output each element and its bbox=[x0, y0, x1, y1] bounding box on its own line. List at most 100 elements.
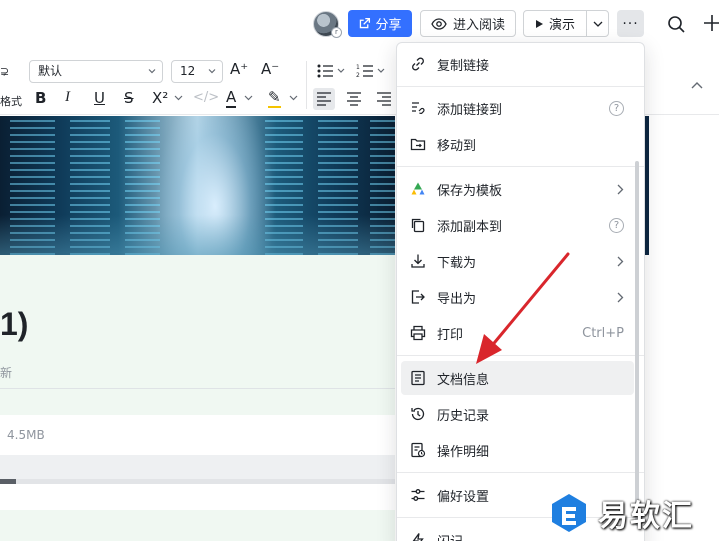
align-left-icon[interactable] bbox=[316, 92, 332, 106]
doc-divider bbox=[0, 388, 395, 389]
menu-item-history[interactable]: 历史记录 bbox=[401, 397, 634, 431]
help-icon[interactable]: ? bbox=[609, 217, 624, 233]
more-button[interactable]: ··· bbox=[617, 10, 644, 37]
print-shortcut: Ctrl+P bbox=[582, 325, 624, 341]
operation-log-icon bbox=[409, 441, 427, 459]
preferences-icon bbox=[409, 486, 427, 504]
chevron-down-icon[interactable] bbox=[244, 95, 253, 101]
chevron-right-icon bbox=[617, 292, 624, 302]
doc-subtitle: 新 bbox=[0, 366, 13, 380]
font-color-button[interactable]: A bbox=[226, 88, 237, 108]
enter-reading-label: 进入阅读 bbox=[452, 18, 505, 33]
menu-item-move-to[interactable]: 移动到 bbox=[401, 127, 634, 161]
align-center-icon[interactable] bbox=[346, 92, 362, 106]
font-size-select[interactable]: 12 bbox=[171, 60, 223, 83]
bold-button[interactable]: B bbox=[35, 89, 46, 107]
folder-move-icon bbox=[409, 135, 427, 153]
chevron-right-icon bbox=[617, 184, 624, 194]
chevron-right-icon bbox=[617, 256, 624, 266]
font-size-value: 12 bbox=[180, 64, 196, 78]
superscript-button[interactable]: X² bbox=[152, 89, 168, 107]
top-bar: r 分享 进入阅读 演示 ··· bbox=[0, 0, 719, 48]
export-icon bbox=[409, 288, 427, 306]
doc-title: 1) bbox=[0, 306, 29, 342]
chevron-down-icon bbox=[148, 69, 156, 74]
share-label: 分享 bbox=[375, 18, 402, 33]
plus-icon[interactable] bbox=[702, 13, 719, 33]
progress-fill bbox=[0, 479, 16, 484]
more-dots-icon: ··· bbox=[622, 15, 639, 32]
search-icon[interactable] bbox=[666, 14, 686, 34]
menu-item-add-copy-to[interactable]: 添加副本到 ? bbox=[401, 208, 634, 242]
chevron-down-icon[interactable] bbox=[289, 95, 298, 101]
align-right-icon[interactable] bbox=[376, 92, 392, 106]
link-add-icon bbox=[409, 99, 427, 117]
print-icon bbox=[409, 324, 427, 342]
enter-reading-button[interactable]: 进入阅读 bbox=[420, 10, 516, 37]
increase-font-icon[interactable]: A⁺ bbox=[230, 60, 248, 78]
file-preview-strip bbox=[0, 455, 395, 480]
italic-button[interactable]: I bbox=[65, 89, 70, 106]
copy-icon bbox=[409, 216, 427, 234]
play-icon bbox=[535, 19, 543, 28]
file-size: 4.5MB bbox=[7, 428, 45, 442]
menu-item-label: 复制链接 bbox=[437, 58, 490, 74]
progress-track bbox=[0, 479, 395, 484]
present-main[interactable]: 演示 bbox=[524, 11, 586, 36]
eye-icon bbox=[431, 17, 447, 30]
watermark-text: 易软汇 bbox=[598, 499, 694, 534]
menu-item-save-as-template[interactable]: 保存为模板 bbox=[401, 172, 634, 206]
download-icon bbox=[409, 252, 427, 270]
doc-body bbox=[0, 255, 395, 415]
watermark: 易软汇 bbox=[548, 485, 719, 541]
menu-scrollbar[interactable] bbox=[635, 161, 639, 526]
file-attachment-card[interactable] bbox=[0, 415, 395, 455]
annotation-arrow-icon bbox=[476, 252, 570, 364]
bullet-list-icon[interactable] bbox=[316, 63, 346, 79]
decrease-font-icon[interactable]: A⁻ bbox=[261, 60, 279, 78]
menu-item-label: 操作明细 bbox=[437, 444, 490, 460]
menu-divider bbox=[397, 86, 644, 87]
present-label: 演示 bbox=[548, 18, 575, 33]
present-button[interactable]: 演示 bbox=[523, 10, 609, 37]
menu-item-copy-link[interactable]: 复制链接 bbox=[401, 47, 634, 81]
watermark-logo-icon bbox=[552, 494, 586, 532]
inline-code-button[interactable]: </> bbox=[193, 90, 219, 105]
chevron-down-icon[interactable] bbox=[174, 95, 183, 101]
menu-item-label: 添加副本到 bbox=[437, 219, 503, 235]
doc-cover-image bbox=[0, 116, 395, 255]
history-icon bbox=[409, 405, 427, 423]
font-family-value: 默认 bbox=[38, 64, 63, 78]
share-icon bbox=[360, 17, 371, 29]
menu-item-label: 添加链接到 bbox=[437, 102, 503, 118]
highlight-button[interactable]: ✎ bbox=[268, 88, 281, 108]
help-icon[interactable]: ? bbox=[609, 100, 624, 116]
ordered-list-icon[interactable]: 12 bbox=[356, 63, 386, 79]
menu-item-label: 文档信息 bbox=[437, 372, 490, 388]
menu-divider bbox=[397, 472, 644, 473]
link-icon bbox=[409, 55, 427, 73]
toolbar-divider bbox=[306, 61, 307, 109]
doc-info-icon bbox=[409, 369, 427, 387]
format-painter-label: 格式 bbox=[0, 95, 22, 108]
avatar-badge: r bbox=[331, 27, 342, 38]
font-family-select[interactable]: 默认 bbox=[29, 60, 163, 83]
chevron-down-icon bbox=[593, 21, 602, 27]
chevron-up-icon[interactable] bbox=[690, 80, 704, 90]
menu-divider bbox=[397, 166, 644, 167]
present-dropdown[interactable] bbox=[586, 11, 608, 36]
menu-item-add-link-to[interactable]: 添加链接到 ? bbox=[401, 91, 634, 125]
svg-text:2: 2 bbox=[356, 72, 360, 79]
chevron-down-icon bbox=[208, 69, 216, 74]
menu-item-label: 保存为模板 bbox=[437, 183, 503, 199]
template-icon bbox=[409, 180, 427, 198]
menu-item-label: 移动到 bbox=[437, 138, 477, 154]
share-button[interactable]: 分享 bbox=[348, 10, 412, 37]
strikethrough-button[interactable]: S bbox=[124, 89, 134, 107]
format-painter-icon[interactable]: ⊋ bbox=[0, 65, 9, 78]
flash-note-icon bbox=[409, 531, 427, 541]
underline-button[interactable]: U bbox=[94, 89, 105, 107]
doc-body-lower bbox=[0, 510, 395, 541]
svg-text:1: 1 bbox=[356, 64, 360, 71]
menu-item-operation-log[interactable]: 操作明细 bbox=[401, 433, 634, 467]
